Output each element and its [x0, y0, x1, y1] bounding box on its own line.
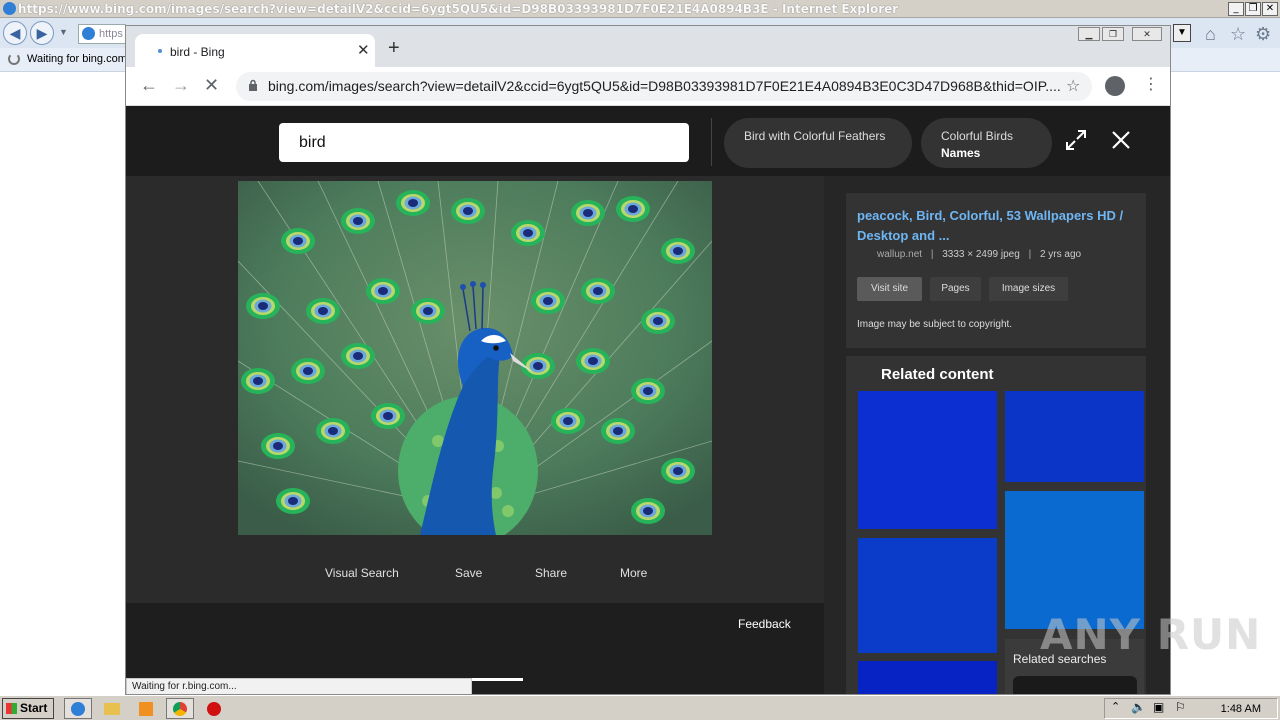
- related-thumbnail[interactable]: [858, 661, 997, 694]
- chrome-restore-button[interactable]: ❐: [1102, 27, 1124, 41]
- tab-title: bird - Bing: [170, 45, 225, 59]
- bing-image-viewer: bird Bird with Colorful Feathers Colorfu…: [126, 106, 1170, 694]
- tray-expand-icon[interactable]: ⌃: [1111, 700, 1120, 713]
- related-content-heading: Related content: [881, 366, 994, 383]
- image-title-link[interactable]: peacock, Bird, Colorful, 53 Wallpapers H…: [857, 206, 1142, 246]
- image-metadata: wallup.net | 3333 × 2499 jpeg | 2 yrs ag…: [877, 249, 1082, 260]
- more-button[interactable]: More: [620, 566, 647, 580]
- ie-close-button[interactable]: ✕: [1262, 2, 1278, 16]
- url-text: bing.com/images/search?view=detailV2&cci…: [268, 78, 1061, 94]
- ie-tools-gear-icon[interactable]: ⚙: [1255, 24, 1271, 45]
- ie-address-dropdown-icon[interactable]: ▼: [1173, 24, 1191, 42]
- feedback-link[interactable]: Feedback: [738, 617, 791, 631]
- tab-close-icon[interactable]: ✕: [357, 41, 370, 59]
- new-tab-icon[interactable]: +: [388, 38, 400, 58]
- ie-restore-button[interactable]: ❐: [1245, 2, 1261, 16]
- windows-logo-icon: [6, 703, 17, 714]
- related-search-chip[interactable]: [1013, 676, 1137, 694]
- chrome-window: ▁ ❐ ✕ bird - Bing ✕ + ← → ✕ bing.com/ima…: [125, 25, 1171, 695]
- visit-site-button[interactable]: Visit site: [857, 277, 922, 301]
- back-arrow-icon[interactable]: ←: [140, 75, 158, 96]
- taskbar-stop-icon[interactable]: [200, 698, 228, 719]
- system-tray: ⌃ 🔈 ▣ ⚐ 1:48 AM: [1104, 698, 1278, 719]
- ie-history-dropdown-icon[interactable]: ▼: [59, 27, 68, 37]
- peacock-picture: [238, 181, 712, 535]
- image-sizes-button[interactable]: Image sizes: [989, 277, 1068, 301]
- ie-address-text: https: [99, 28, 123, 40]
- tab-loading-icon: [158, 49, 162, 53]
- ie-page-area: [1171, 72, 1280, 692]
- ie-minimize-button[interactable]: _: [1228, 2, 1244, 16]
- close-viewer-icon[interactable]: [1109, 128, 1133, 152]
- anyrun-watermark: ANY RUN: [1040, 610, 1262, 659]
- clock[interactable]: 1:48 AM: [1221, 703, 1261, 715]
- save-button[interactable]: Save: [455, 566, 482, 580]
- start-button[interactable]: Start: [2, 698, 54, 719]
- lock-icon: [249, 79, 257, 91]
- related-thumbnail[interactable]: [858, 538, 997, 653]
- taskbar: Start ⌃ 🔈 ▣ ⚐ 1:48 AM: [0, 695, 1280, 720]
- related-thumbnail[interactable]: [1005, 491, 1144, 629]
- flag-icon[interactable]: ⚐: [1175, 700, 1186, 714]
- bookmark-star-icon[interactable]: ☆: [1066, 76, 1080, 96]
- chrome-toolbar: ← → ✕ bing.com/images/search?view=detail…: [126, 67, 1170, 106]
- copyright-notice: Image may be subject to copyright.: [857, 319, 1013, 330]
- search-input-value: bird: [299, 134, 326, 151]
- pill-label-bold: Names: [941, 146, 981, 160]
- related-thumbnail[interactable]: [1005, 391, 1144, 482]
- taskbar-media-player-icon[interactable]: [132, 698, 160, 719]
- image-source[interactable]: wallup.net: [877, 249, 922, 260]
- forward-arrow-icon[interactable]: →: [172, 75, 190, 96]
- ie-favorites-icon[interactable]: ☆: [1230, 24, 1246, 45]
- pages-button[interactable]: Pages: [930, 277, 981, 301]
- chrome-close-button[interactable]: ✕: [1132, 27, 1162, 41]
- ie-back-icon[interactable]: ◀: [3, 21, 27, 45]
- related-search-pill-names[interactable]: Colorful Birds Names: [921, 118, 1052, 168]
- ie-tab-label[interactable]: Waiting for bing.com: [27, 53, 127, 65]
- search-input[interactable]: bird: [279, 123, 689, 162]
- taskbar-ie-icon[interactable]: [64, 698, 92, 719]
- taskbar-explorer-icon[interactable]: [98, 698, 126, 719]
- related-search-pill-feathers[interactable]: Bird with Colorful Feathers: [724, 118, 912, 168]
- chrome-menu-icon[interactable]: ⋮: [1143, 76, 1159, 94]
- loading-progress-bar: [471, 678, 523, 681]
- address-bar[interactable]: bing.com/images/search?view=detailV2&cci…: [236, 72, 1092, 101]
- ie-home-icon[interactable]: ⌂: [1205, 24, 1216, 45]
- image-info-card: peacock, Bird, Colorful, 53 Wallpapers H…: [846, 193, 1146, 348]
- image-stage: Visual Search Save Share More: [126, 176, 824, 603]
- pill-label: Colorful Birds: [941, 129, 1014, 143]
- status-bubble: Waiting for r.bing.com...: [126, 678, 472, 694]
- ie-window-title: https://www.bing.com/images/search?view=…: [18, 2, 899, 16]
- related-thumbnail[interactable]: [858, 391, 997, 529]
- volume-icon[interactable]: 🔈: [1131, 700, 1146, 714]
- viewer-header: bird Bird with Colorful Feathers Colorfu…: [126, 106, 1170, 176]
- ie-loading-icon: [8, 53, 20, 65]
- header-divider: [711, 118, 712, 166]
- peacock-image[interactable]: [238, 181, 712, 535]
- ie-logo-icon: [3, 2, 16, 15]
- ie-forward-icon[interactable]: ▶: [30, 21, 54, 45]
- image-age: 2 yrs ago: [1039, 249, 1082, 260]
- taskbar-chrome-icon[interactable]: [166, 698, 194, 719]
- image-dimensions: 3333 × 2499 jpeg: [942, 249, 1020, 260]
- profile-avatar-icon[interactable]: [1105, 76, 1125, 96]
- network-icon[interactable]: ▣: [1153, 700, 1164, 714]
- stop-loading-icon[interactable]: ✕: [204, 75, 219, 96]
- expand-icon[interactable]: [1064, 128, 1088, 152]
- pill-label: Bird with Colorful Feathers: [744, 129, 886, 143]
- chrome-minimize-button[interactable]: ▁: [1078, 27, 1100, 41]
- start-label: Start: [20, 701, 48, 715]
- share-button[interactable]: Share: [535, 566, 567, 580]
- ie-page-icon: [82, 27, 95, 40]
- visual-search-button[interactable]: Visual Search: [325, 566, 399, 580]
- chrome-tab[interactable]: bird - Bing ✕: [135, 34, 375, 67]
